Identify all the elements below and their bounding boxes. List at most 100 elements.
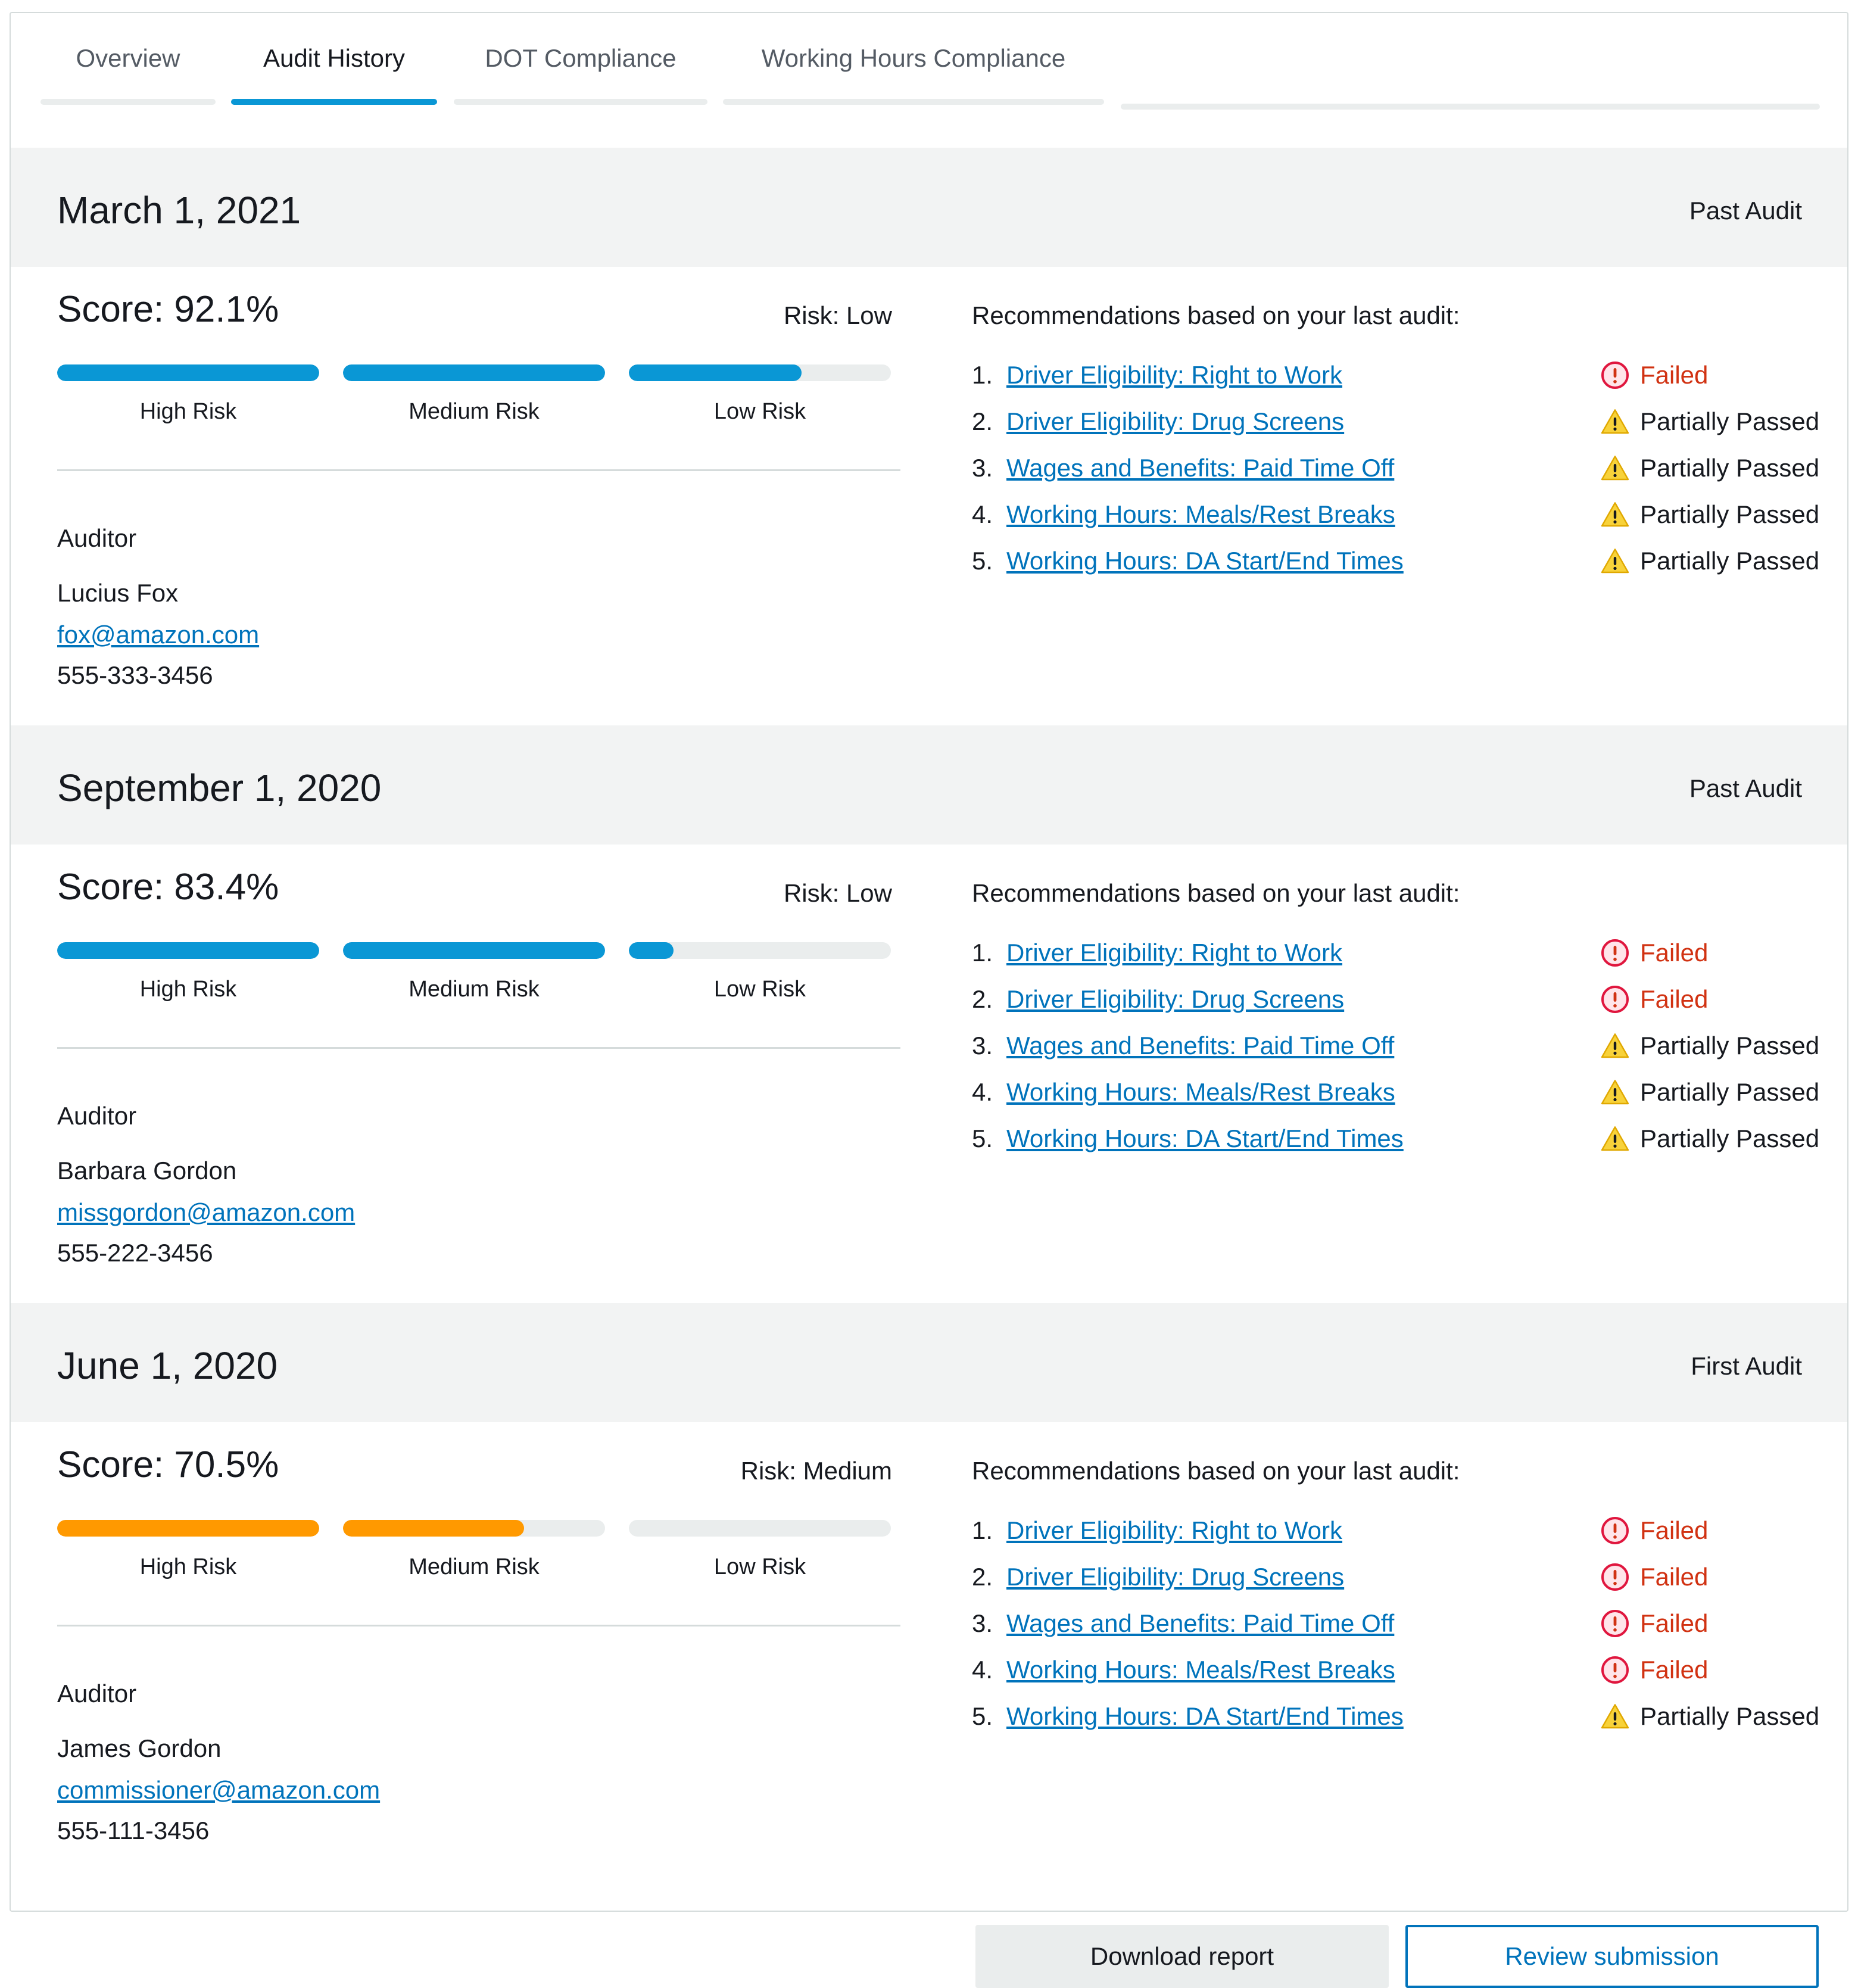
recommendation-item: 4. Working Hours: Meals/Rest Breaks Partia…: [972, 500, 1829, 536]
high-risk-bar: [57, 942, 319, 959]
recommendation-number: 1.: [972, 1516, 993, 1544]
audit-type: Past Audit: [1689, 774, 1802, 802]
audit-type: Past Audit: [1689, 197, 1802, 225]
status-text: Failed: [1640, 985, 1709, 1013]
risk-fill: [57, 1520, 319, 1537]
low-risk-label: Low Risk: [713, 1554, 806, 1579]
audit-date: March 1, 2021: [57, 189, 301, 232]
risk-fill: [343, 364, 605, 381]
tab-audit-history[interactable]: Audit History: [231, 13, 437, 105]
auditor-heading: Auditor: [57, 524, 137, 552]
recommendation-number: 4.: [972, 1078, 993, 1106]
status-text: Failed: [1640, 1609, 1709, 1637]
medium-risk-label: Medium Risk: [409, 399, 540, 424]
warning-icon: [1601, 1078, 1640, 1107]
tab-bar: Overview Audit History DOT Compliance Wo…: [11, 13, 1847, 151]
audit-date: June 1, 2020: [57, 1344, 278, 1387]
audit-type: First Audit: [1691, 1352, 1802, 1380]
status-text: Failed: [1640, 1516, 1709, 1544]
risk-fill: [629, 364, 802, 381]
divider: [57, 469, 900, 471]
audit-score: Score: 83.4%: [57, 867, 279, 908]
recommendation-link[interactable]: Working Hours: DA Start/End Times: [1006, 1702, 1404, 1731]
audit-score: Score: 92.1%: [57, 289, 279, 330]
auditor-email-link[interactable]: missgordon@amazon.com: [57, 1198, 355, 1227]
auditor-email-link[interactable]: fox@amazon.com: [57, 621, 259, 649]
recommendation-link[interactable]: Wages and Benefits: Paid Time Off: [1006, 454, 1394, 482]
auditor-heading: Auditor: [57, 1102, 137, 1130]
high-risk-bar: [57, 1520, 319, 1537]
recommendation-link[interactable]: Working Hours: DA Start/End Times: [1006, 547, 1404, 575]
auditor-name: Barbara Gordon: [57, 1157, 237, 1185]
audit-header: September 1, 2020 Past Audit: [11, 725, 1847, 845]
review-submission-button[interactable]: Review submission: [1405, 1925, 1819, 1988]
recommendation-status: Partially Passed: [1601, 1124, 1819, 1153]
recommendation-link[interactable]: Working Hours: Meals/Rest Breaks: [1006, 1656, 1395, 1684]
auditor-phone: 555-222-3456: [57, 1239, 213, 1267]
low-risk-label: Low Risk: [713, 977, 806, 1002]
auditor-phone: 555-111-3456: [57, 1816, 210, 1844]
low-risk-bar: [629, 942, 891, 959]
warning-icon: [1601, 407, 1640, 436]
recommendation-link[interactable]: Driver Eligibility: Right to Work: [1006, 939, 1342, 967]
recommendation-number: 2.: [972, 407, 993, 435]
error-icon: [1601, 1609, 1640, 1638]
recommendation-status: Failed: [1601, 1516, 1708, 1545]
recommendation-item: 2. Driver Eligibility: Drug Screens Failed: [972, 985, 1829, 1021]
recommendation-number: 3.: [972, 1609, 993, 1637]
recommendation-link[interactable]: Working Hours: Meals/Rest Breaks: [1006, 500, 1395, 529]
recommendation-number: 5.: [972, 1702, 993, 1730]
recommendations-heading: Recommendations based on your last audit…: [972, 879, 1460, 907]
auditor-phone: 555-333-3456: [57, 661, 213, 689]
medium-risk-bar: [343, 942, 605, 959]
recommendation-link[interactable]: Wages and Benefits: Paid Time Off: [1006, 1609, 1394, 1638]
risk-fill: [57, 942, 319, 959]
recommendation-item: 3. Wages and Benefits: Paid Time Off Faile…: [972, 1609, 1829, 1645]
error-icon: [1601, 361, 1640, 390]
high-risk-label: High Risk: [139, 399, 237, 424]
audit-header: June 1, 2020 First Audit: [11, 1303, 1847, 1422]
auditor-email-link[interactable]: commissioner@amazon.com: [57, 1776, 380, 1805]
recommendation-status: Partially Passed: [1601, 1078, 1819, 1107]
high-risk-bar: [57, 364, 319, 381]
recommendation-status: Partially Passed: [1601, 1032, 1819, 1060]
recommendation-link[interactable]: Wages and Benefits: Paid Time Off: [1006, 1032, 1394, 1060]
recommendation-status: Failed: [1601, 1563, 1708, 1591]
recommendation-item: 3. Wages and Benefits: Paid Time Off Parti…: [972, 1032, 1829, 1067]
recommendation-item: 2. Driver Eligibility: Drug Screens Partia…: [972, 407, 1829, 443]
status-text: Partially Passed: [1640, 1032, 1820, 1060]
low-risk-bar: [629, 1520, 891, 1537]
recommendation-link[interactable]: Driver Eligibility: Right to Work: [1006, 1516, 1342, 1545]
recommendation-number: 5.: [972, 1124, 993, 1152]
risk-fill: [57, 364, 319, 381]
recommendation-link[interactable]: Driver Eligibility: Drug Screens: [1006, 985, 1344, 1014]
warning-icon: [1601, 500, 1640, 529]
recommendation-link[interactable]: Driver Eligibility: Drug Screens: [1006, 1563, 1344, 1591]
recommendation-number: 3.: [972, 454, 993, 482]
tab-dot-compliance[interactable]: DOT Compliance: [454, 13, 707, 105]
warning-icon: [1601, 1032, 1640, 1060]
recommendation-status: Partially Passed: [1601, 1702, 1819, 1731]
tab-label: Audit History: [263, 44, 406, 72]
tab-indicator: [454, 99, 707, 105]
status-text: Partially Passed: [1640, 407, 1820, 435]
recommendations-heading: Recommendations based on your last audit…: [972, 301, 1460, 329]
high-risk-label: High Risk: [139, 1554, 237, 1579]
recommendation-link[interactable]: Driver Eligibility: Drug Screens: [1006, 407, 1344, 436]
recommendation-number: 2.: [972, 985, 993, 1013]
download-report-button[interactable]: Download report: [975, 1925, 1389, 1988]
recommendation-link[interactable]: Working Hours: DA Start/End Times: [1006, 1124, 1404, 1153]
warning-icon: [1601, 547, 1640, 575]
recommendation-number: 1.: [972, 939, 993, 967]
status-text: Failed: [1640, 1563, 1709, 1591]
risk-fill: [343, 1520, 524, 1537]
tab-working-hours-compliance[interactable]: Working Hours Compliance: [723, 13, 1104, 105]
tab-overview[interactable]: Overview: [40, 13, 216, 105]
recommendation-item: 1. Driver Eligibility: Right to Work Faile…: [972, 939, 1829, 974]
recommendations-heading: Recommendations based on your last audit…: [972, 1457, 1460, 1485]
high-risk-label: High Risk: [139, 977, 237, 1002]
recommendation-link[interactable]: Driver Eligibility: Right to Work: [1006, 361, 1342, 390]
divider: [57, 1625, 900, 1626]
recommendation-link[interactable]: Working Hours: Meals/Rest Breaks: [1006, 1078, 1395, 1107]
tab-indicator: [231, 99, 437, 105]
